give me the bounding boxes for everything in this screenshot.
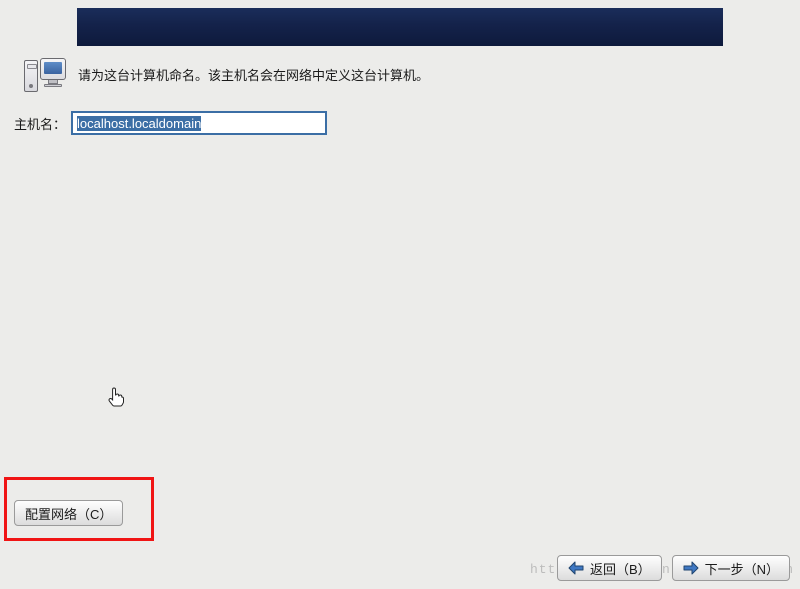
info-text: 请为这台计算机命名。该主机名会在网络中定义这台计算机。 (78, 67, 429, 85)
arrow-left-icon (568, 561, 584, 575)
arrow-right-icon (683, 561, 699, 575)
info-row: 请为这台计算机命名。该主机名会在网络中定义这台计算机。 (24, 58, 429, 94)
hand-cursor-icon (108, 387, 124, 407)
configure-network-button[interactable]: 配置网络（C） (14, 500, 123, 526)
hostname-input[interactable] (72, 112, 326, 134)
back-button-label: 返回（B） (590, 559, 651, 578)
next-button-label: 下一步（N） (705, 559, 779, 578)
nav-bar: 返回（B） 下一步（N） (0, 547, 800, 589)
header-banner (77, 8, 723, 46)
next-button[interactable]: 下一步（N） (672, 555, 790, 581)
hostname-row: 主机名： (14, 112, 326, 134)
computer-icon (24, 58, 66, 94)
hostname-label: 主机名： (14, 113, 66, 133)
back-button[interactable]: 返回（B） (557, 555, 662, 581)
